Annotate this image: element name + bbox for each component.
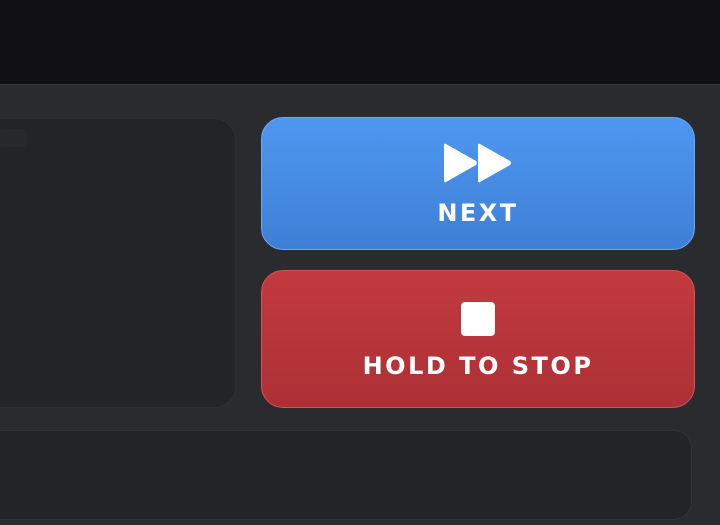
preview-card xyxy=(0,118,236,408)
next-button[interactable]: NEXT xyxy=(261,117,695,250)
preview-placeholder xyxy=(0,129,27,147)
bottom-card xyxy=(0,430,692,520)
hold-to-stop-button[interactable]: HOLD TO STOP xyxy=(261,270,695,408)
top-bar xyxy=(0,0,720,84)
next-button-label: NEXT xyxy=(437,198,519,227)
stop-icon xyxy=(461,302,495,336)
fast-forward-icon xyxy=(444,143,511,182)
stop-button-label: HOLD TO STOP xyxy=(362,352,594,380)
